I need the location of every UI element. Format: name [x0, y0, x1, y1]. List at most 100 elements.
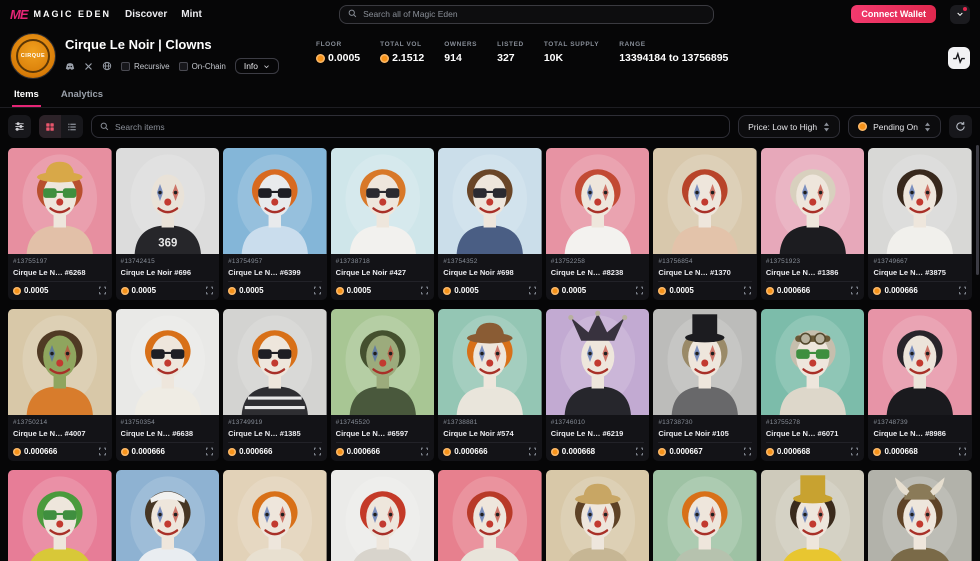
nft-card-image[interactable]	[438, 309, 542, 415]
nft-card-image[interactable]	[115, 309, 220, 415]
nft-card[interactable]	[545, 470, 650, 561]
nft-card-image[interactable]: 369	[115, 148, 220, 254]
recursive-checkbox[interactable]	[121, 61, 130, 71]
nft-card[interactable]: #13748739 Cirque Le N… #8986 0.000668	[868, 309, 972, 461]
nft-card[interactable]: 369 #13742415 Cirque Le Noir #696 0.0005	[115, 148, 220, 300]
nft-card-image[interactable]	[223, 148, 327, 254]
nft-card-image[interactable]	[223, 470, 327, 561]
scan-expand-icon[interactable]	[98, 447, 107, 456]
filter-button[interactable]	[8, 115, 31, 138]
nft-card[interactable]: #13751923 Cirque Le N… #1386 0.000666	[760, 148, 865, 300]
recursive-checkbox-group[interactable]: Recursive	[121, 61, 170, 71]
nft-card[interactable]	[760, 470, 865, 561]
nft-card[interactable]: #13746010 Cirque Le N… #6219 0.000668	[545, 309, 650, 461]
nft-card-image[interactable]	[223, 309, 327, 415]
wallet-menu-button[interactable]	[950, 4, 970, 24]
nft-card-image[interactable]	[868, 148, 972, 254]
nft-card[interactable]: #13756854 Cirque Le N… #1370 0.0005	[653, 148, 757, 300]
info-dropdown[interactable]: Info	[234, 58, 280, 74]
sort-dropdown[interactable]: Price: Low to High	[738, 115, 841, 138]
nft-card[interactable]: #13754957 Cirque Le N… #6399 0.0005	[223, 148, 327, 300]
nft-card[interactable]: #13749667 Cirque Le N… #3875 0.000666	[868, 148, 972, 300]
nav-link-mint[interactable]: Mint	[181, 9, 202, 20]
scan-expand-icon[interactable]	[528, 447, 537, 456]
nft-card-image[interactable]	[438, 470, 542, 561]
onchain-checkbox[interactable]	[178, 61, 188, 71]
scan-expand-icon[interactable]	[958, 447, 967, 456]
nft-card[interactable]: #13738718 Cirque Le Noir #427 0.0005	[330, 148, 435, 300]
nft-card-image[interactable]	[653, 470, 757, 561]
scan-expand-icon[interactable]	[205, 286, 214, 295]
x-twitter-icon[interactable]	[84, 62, 93, 71]
nft-card[interactable]: #13754352 Cirque Le Noir #698 0.0005	[438, 148, 542, 300]
nft-card-image[interactable]	[868, 309, 972, 415]
items-search-input[interactable]	[115, 121, 722, 132]
scan-expand-icon[interactable]	[958, 286, 967, 295]
onchain-checkbox-group[interactable]: On-Chain	[178, 61, 226, 71]
grid-view-button[interactable]	[39, 115, 61, 138]
nft-card[interactable]: #13755197 Cirque Le N… #6268 0.0005	[8, 148, 112, 300]
tab-items[interactable]: Items	[12, 83, 41, 107]
nft-card[interactable]: #13750354 Cirque Le N… #6638 0.000666	[115, 309, 220, 461]
nft-card[interactable]: #13752258 Cirque Le N… #8238 0.0005	[545, 148, 650, 300]
scan-expand-icon[interactable]	[743, 286, 752, 295]
nft-card[interactable]: #13738881 Cirque Le Noir #574 0.000666	[438, 309, 542, 461]
nft-card-image[interactable]	[545, 148, 650, 254]
nft-card-image[interactable]	[545, 470, 650, 561]
list-view-button[interactable]	[61, 115, 83, 138]
globe-icon[interactable]	[102, 61, 112, 71]
scan-expand-icon[interactable]	[313, 447, 322, 456]
items-search[interactable]	[91, 115, 731, 138]
activity-toggle-button[interactable]	[948, 47, 970, 69]
scan-expand-icon[interactable]	[205, 447, 214, 456]
scan-expand-icon[interactable]	[635, 447, 644, 456]
nft-card[interactable]	[653, 470, 757, 561]
global-search-input[interactable]	[363, 9, 706, 19]
scan-expand-icon[interactable]	[313, 286, 322, 295]
scan-expand-icon[interactable]	[635, 286, 644, 295]
magic-eden-logo[interactable]: ME MAGIC EDEN	[10, 7, 111, 22]
tab-analytics[interactable]: Analytics	[59, 83, 105, 107]
nft-card-image[interactable]	[330, 309, 435, 415]
scan-expand-icon[interactable]	[743, 447, 752, 456]
nft-card[interactable]: #13749919 Cirque Le N… #1385 0.000666	[223, 309, 327, 461]
nft-card-image[interactable]	[545, 309, 650, 415]
scan-expand-icon[interactable]	[98, 286, 107, 295]
nft-card-image[interactable]	[760, 470, 865, 561]
refresh-button[interactable]	[949, 115, 972, 138]
nft-card[interactable]	[223, 470, 327, 561]
nft-card[interactable]: #13745520 Cirque Le N… #6597 0.000666	[330, 309, 435, 461]
connect-wallet-button[interactable]: Connect Wallet	[851, 5, 936, 23]
scrollbar-thumb[interactable]	[976, 145, 979, 275]
nft-card-image[interactable]	[8, 470, 112, 561]
discord-icon[interactable]	[65, 62, 75, 71]
nft-card-image[interactable]	[653, 148, 757, 254]
collection-avatar[interactable]: CIRQUE	[10, 33, 56, 79]
nft-card-image[interactable]	[8, 148, 112, 254]
nft-card-image[interactable]	[760, 309, 865, 415]
nft-card[interactable]	[8, 470, 112, 561]
scan-expand-icon[interactable]	[528, 286, 537, 295]
nft-card[interactable]	[115, 470, 220, 561]
nft-card[interactable]: #13738730 Cirque Le Noir #105 0.000667	[653, 309, 757, 461]
nft-card-image[interactable]	[760, 148, 865, 254]
nft-card-image[interactable]	[115, 470, 220, 561]
nft-card[interactable]	[330, 470, 435, 561]
nft-card-image[interactable]	[653, 309, 757, 415]
nav-link-discover[interactable]: Discover	[125, 9, 167, 20]
pending-dropdown[interactable]: Pending On	[848, 115, 941, 138]
scan-expand-icon[interactable]	[420, 286, 429, 295]
scan-expand-icon[interactable]	[850, 447, 859, 456]
scan-expand-icon[interactable]	[420, 447, 429, 456]
nft-card-image[interactable]	[330, 470, 435, 561]
global-search[interactable]	[339, 4, 715, 24]
nft-card-image[interactable]	[8, 309, 112, 415]
nft-card-image[interactable]	[330, 148, 435, 254]
scan-expand-icon[interactable]	[850, 286, 859, 295]
nft-card[interactable]	[868, 470, 972, 561]
nft-card[interactable]: #13750214 Cirque Le N… #4007 0.000666	[8, 309, 112, 461]
nft-card[interactable]	[438, 470, 542, 561]
nft-card-image[interactable]	[438, 148, 542, 254]
nft-card[interactable]: #13755278 Cirque Le N… #6071 0.000668	[760, 309, 865, 461]
nft-card-image[interactable]	[868, 470, 972, 561]
